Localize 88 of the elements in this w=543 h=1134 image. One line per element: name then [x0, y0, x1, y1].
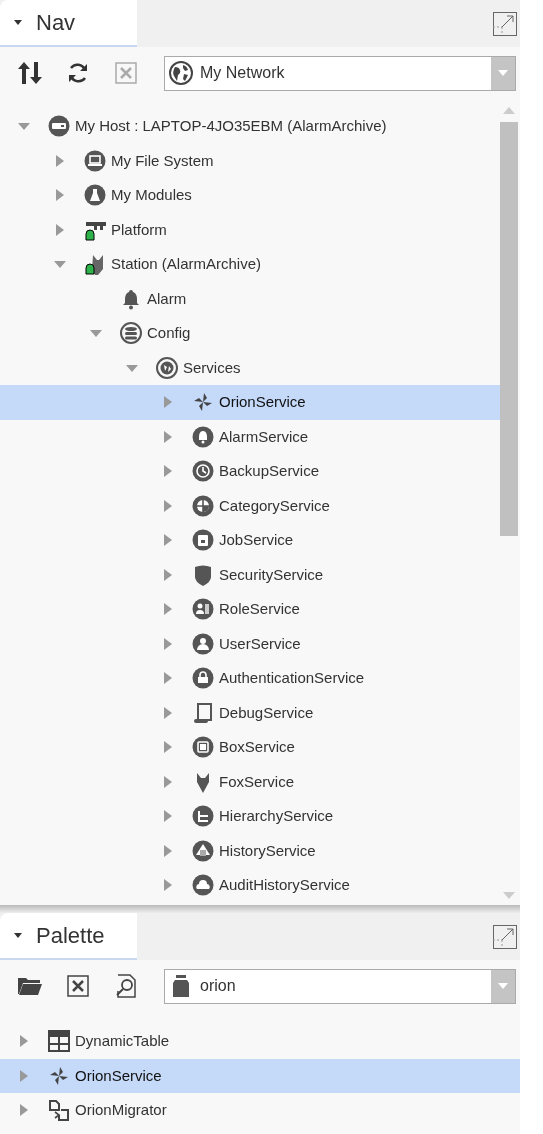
- item-label: AuthenticationService: [219, 668, 365, 688]
- migrate-icon: [48, 1099, 70, 1122]
- tree-item[interactable]: UserService: [0, 626, 500, 661]
- caret-icon: [14, 933, 22, 938]
- item-label: OrionMigrator: [75, 1100, 167, 1120]
- tree-item[interactable]: My File System: [0, 143, 500, 178]
- item-label: DebugService: [219, 702, 314, 723]
- panel-tab[interactable]: Palette: [0, 913, 137, 960]
- maximize-icon[interactable]: [493, 924, 517, 949]
- tree-item[interactable]: OrionService: [0, 1058, 520, 1093]
- tree-item[interactable]: JobService: [0, 523, 500, 558]
- cloud-icon: [192, 874, 214, 897]
- maximize-icon[interactable]: [493, 11, 517, 36]
- item-label: BackupService: [219, 461, 320, 481]
- item-label: Config: [147, 323, 191, 343]
- panel-tab[interactable]: Nav: [0, 0, 137, 47]
- pie-icon: [192, 494, 214, 517]
- item-label: OrionService: [219, 392, 306, 412]
- lock-icon: [192, 667, 214, 690]
- tree-item[interactable]: CategoryService: [0, 488, 500, 523]
- item-label: OrionService: [75, 1065, 162, 1086]
- tree-item[interactable]: BackupService: [0, 454, 500, 489]
- tree-item[interactable]: Config: [0, 316, 500, 351]
- globe-icon: [169, 61, 193, 85]
- item-label: UserService: [219, 633, 301, 654]
- close-button[interactable]: [64, 972, 92, 1000]
- dropdown-caret-icon: [498, 70, 508, 76]
- tree-item[interactable]: SecurityService: [0, 557, 500, 592]
- tree-item[interactable]: HierarchyService: [0, 799, 500, 834]
- item-label: HistoryService: [219, 840, 316, 861]
- item-label: Platform: [111, 219, 167, 240]
- archive-icon: [192, 839, 214, 862]
- tree-item[interactable]: Alarm: [0, 281, 500, 316]
- tree-item[interactable]: OrionService: [0, 385, 500, 420]
- scroll-up-icon: [503, 107, 515, 114]
- tree-item[interactable]: AlarmService: [0, 419, 500, 454]
- tree-item[interactable]: OrionMigrator: [0, 1093, 520, 1128]
- dropdown-caret-icon: [498, 983, 508, 989]
- laptop-icon: [84, 149, 106, 172]
- item-label: JobService: [219, 530, 294, 550]
- item-label: AuditHistoryService: [219, 875, 350, 895]
- tree-item[interactable]: DebugService: [0, 695, 500, 730]
- flask-icon: [84, 184, 106, 207]
- table-icon: [48, 1030, 70, 1053]
- sort-button[interactable]: [16, 59, 44, 87]
- shield-icon: [192, 563, 214, 586]
- dropdown[interactable]: orion: [164, 968, 516, 1004]
- user-card-icon: [192, 598, 214, 621]
- tree-item[interactable]: BoxService: [0, 730, 500, 765]
- item-label: Services: [183, 357, 241, 378]
- tree-item[interactable]: My Host : LAPTOP-4JO35EBM (AlarmArchive): [0, 109, 500, 144]
- tree-item[interactable]: Platform: [0, 212, 500, 247]
- globe-icon: [156, 356, 178, 379]
- user-icon: [192, 632, 214, 655]
- item-label: BoxService: [219, 737, 295, 757]
- fox-icon: [84, 253, 106, 276]
- scrollbar-thumb[interactable]: [500, 122, 518, 536]
- clock-icon: [192, 460, 214, 483]
- item-label: HierarchyService: [219, 806, 334, 826]
- briefcase-icon: [192, 529, 214, 552]
- caret-icon: [14, 20, 22, 25]
- tree-item[interactable]: DynamicTable: [0, 1024, 520, 1059]
- item-label: Station (AlarmArchive): [111, 254, 262, 274]
- item-label: DynamicTable: [75, 1031, 170, 1051]
- item-label: FoxService: [219, 771, 295, 792]
- tree-item[interactable]: AuditHistoryService: [0, 868, 500, 903]
- tree-item[interactable]: FoxService: [0, 764, 500, 799]
- tree-item[interactable]: HistoryService: [0, 833, 500, 868]
- scroll-down-icon: [503, 892, 515, 899]
- item-label: My File System: [111, 150, 214, 171]
- tree-item[interactable]: AuthenticationService: [0, 661, 500, 696]
- item-label: Alarm: [147, 288, 187, 309]
- item-label: RoleService: [219, 599, 300, 619]
- scroll-icon: [192, 701, 214, 724]
- hierarchy-icon: [192, 805, 214, 828]
- item-label: AlarmService: [219, 426, 309, 447]
- tree-item[interactable]: My Modules: [0, 178, 500, 213]
- tree-item[interactable]: Services: [0, 350, 500, 385]
- bell-icon: [192, 425, 214, 448]
- tree-item[interactable]: Station (AlarmArchive): [0, 247, 500, 282]
- item-label: My Modules: [111, 185, 192, 205]
- dropdown[interactable]: My Network: [164, 55, 516, 91]
- hard-drive-icon: [48, 115, 70, 138]
- item-label: CategoryService: [219, 495, 330, 516]
- item-label: SecurityService: [219, 564, 324, 585]
- database-icon: [120, 322, 142, 345]
- item-label: My Host : LAPTOP-4JO35EBM (AlarmArchive): [75, 116, 387, 136]
- tree-item[interactable]: RoleService: [0, 592, 500, 627]
